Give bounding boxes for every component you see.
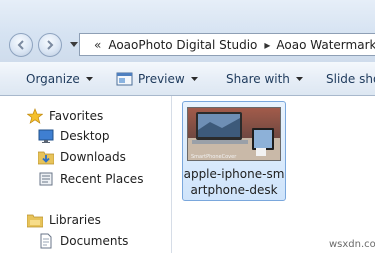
slide-show-label: Slide show	[326, 72, 375, 86]
forward-button[interactable]	[38, 33, 62, 57]
share-with-label: Share with	[226, 72, 290, 86]
sidebar-item-downloads[interactable]: Downloads	[38, 148, 126, 166]
file-name: apple-iphone-sm artphone-desk	[182, 166, 286, 198]
file-thumbnail: SmartPhoneCover	[187, 107, 281, 161]
downloads-folder-icon	[38, 149, 54, 165]
sidebar-item-recent-places[interactable]: Recent Places	[38, 170, 143, 188]
file-name-line: apple-iphone-sm	[183, 167, 285, 181]
desktop-icon	[38, 128, 54, 144]
sidebar-item-label: Libraries	[49, 213, 101, 227]
organize-label: Organize	[26, 72, 80, 86]
breadcrumb-item[interactable]: AoaoPhoto Digital Studio	[108, 38, 257, 52]
back-button[interactable]	[9, 33, 33, 57]
arrow-right-icon	[47, 40, 54, 50]
breadcrumb-separator-icon[interactable]: ▸	[264, 39, 270, 51]
sidebar-item-label: Documents	[60, 234, 129, 248]
recent-pages-dropdown-icon[interactable]	[70, 42, 78, 48]
recent-places-icon	[38, 171, 54, 187]
command-bar: Organize Preview Share with Slide show	[0, 62, 375, 96]
chevron-down-icon	[295, 76, 303, 81]
address-bar[interactable]: « AoaoPhoto Digital Studio ▸ Aoao Waterm…	[79, 33, 375, 56]
preview-label: Preview	[138, 72, 185, 86]
libraries-icon	[27, 212, 43, 228]
arrow-left-icon	[17, 40, 24, 50]
preview-icon	[116, 72, 133, 86]
organize-button[interactable]: Organize	[26, 72, 93, 86]
sidebar-item-label: Favorites	[49, 109, 104, 123]
watermark-text: wsxdn.com	[329, 239, 375, 250]
sidebar-item-label: Desktop	[60, 129, 110, 143]
sidebar-item-documents[interactable]: Documents	[38, 232, 128, 250]
slide-show-button[interactable]: Slide show	[326, 72, 375, 86]
sidebar-item-desktop[interactable]: Desktop	[38, 127, 110, 145]
navigation-bar: « AoaoPhoto Digital Studio ▸ Aoao Waterm…	[0, 0, 375, 62]
share-with-button[interactable]: Share with	[226, 72, 303, 86]
file-name-line: artphone-desk	[190, 183, 278, 197]
sidebar-item-label: Downloads	[60, 150, 126, 164]
sidebar-item-favorites[interactable]: Favorites	[27, 107, 103, 125]
thumbnail-caption: SmartPhoneCover	[191, 154, 237, 160]
sidebar-item-libraries[interactable]: Libraries	[27, 211, 101, 229]
preview-button[interactable]: Preview	[116, 72, 198, 86]
chevron-down-icon	[85, 76, 93, 81]
breadcrumb-item[interactable]: Aoao Watermark	[276, 38, 375, 52]
chevron-down-icon	[190, 76, 198, 81]
breadcrumb-overflow[interactable]: «	[94, 39, 101, 51]
documents-icon	[38, 233, 54, 249]
sidebar-item-label: Recent Places	[60, 172, 144, 186]
star-icon	[27, 108, 43, 124]
